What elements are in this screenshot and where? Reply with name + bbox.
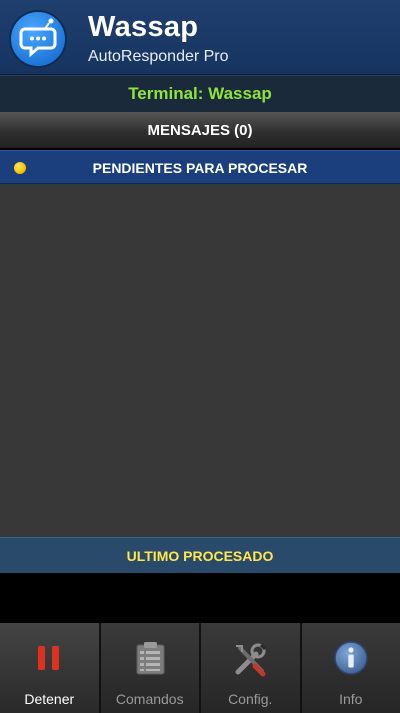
last-processed-label: ULTIMO PROCESADO [126, 547, 274, 564]
pause-icon [38, 646, 60, 670]
config-button[interactable]: Config. [201, 623, 302, 713]
app-subtitle: AutoResponder Pro [88, 48, 229, 65]
terminal-bar: Terminal: Wassap [0, 75, 400, 112]
config-label: Config. [228, 691, 273, 707]
info-icon [334, 641, 368, 675]
app-header: Wassap AutoResponder Pro [0, 0, 400, 75]
comandos-button[interactable]: Comandos [100, 623, 201, 713]
info-label: Info [339, 691, 363, 707]
pending-label: PENDIENTES PARA PROCESAR [92, 159, 308, 176]
detener-label: Detener [24, 691, 75, 707]
comandos-label: Comandos [115, 691, 184, 707]
info-button[interactable]: Info [301, 623, 400, 713]
terminal-label: Terminal: Wassap [128, 84, 272, 103]
last-processed-header[interactable]: ULTIMO PROCESADO [0, 537, 400, 573]
tools-icon [235, 643, 267, 677]
detener-button[interactable]: Detener [0, 623, 101, 713]
pending-messages-list[interactable] [0, 184, 400, 537]
clipboard-icon [136, 642, 165, 675]
bottom-navigation: Detener Comandos Config. Info [0, 623, 400, 713]
messages-count-label: MENSAJES (0) [147, 121, 253, 139]
messages-header[interactable]: MENSAJES (0) [0, 112, 400, 148]
app-title: Wassap [88, 11, 199, 43]
last-processed-area [0, 573, 400, 623]
chat-bubble-icon [11, 12, 65, 66]
pending-section-header[interactable]: PENDIENTES PARA PROCESAR [0, 150, 400, 184]
